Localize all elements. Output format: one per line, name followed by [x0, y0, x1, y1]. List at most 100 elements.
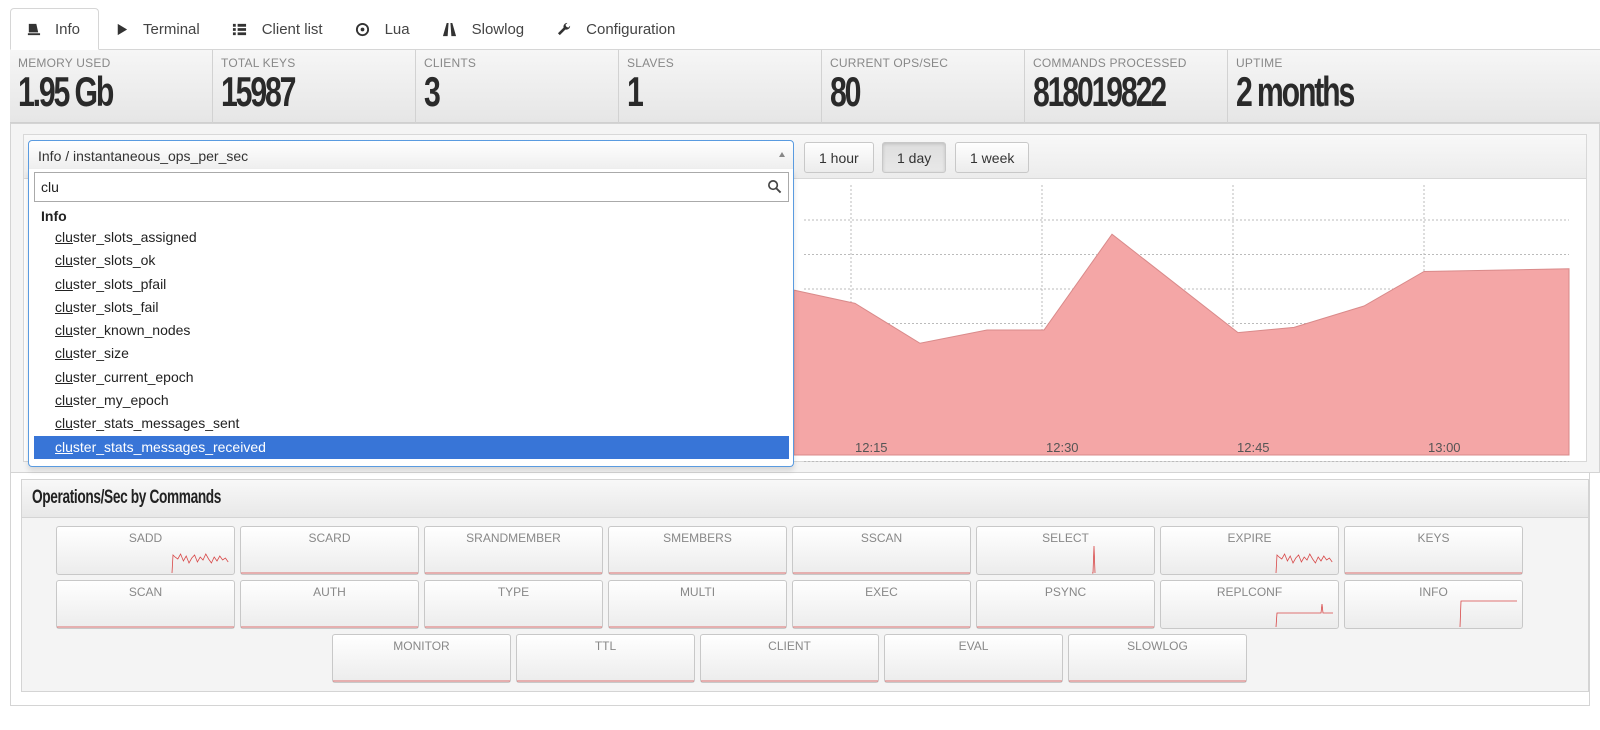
metric-select-value: Info / instantaneous_ops_per_sec: [38, 148, 248, 164]
command-info-button[interactable]: INFO: [1344, 580, 1523, 629]
option-rest: ster_slots_assigned: [73, 229, 197, 245]
command-sscan-button[interactable]: SSCAN: [792, 526, 971, 575]
command-name: MONITOR: [333, 639, 510, 653]
tab-info[interactable]: Info: [10, 8, 99, 50]
option-match: clu: [55, 299, 73, 315]
command-name: KEYS: [1345, 531, 1522, 545]
stat-commands-processed: COMMANDS PROCESSED818019822: [1025, 50, 1228, 123]
option-item[interactable]: cluster_my_epoch: [34, 389, 789, 412]
option-match: clu: [55, 252, 73, 268]
command-name: REPLCONF: [1161, 585, 1338, 599]
command-srandmember-button[interactable]: SRANDMEMBER: [424, 526, 603, 575]
stats-bar: MEMORY USED1.95 Gb TOTAL KEYS15987 CLIEN…: [10, 50, 1600, 123]
x-tick-label: 12:30: [1046, 440, 1079, 455]
tab-label: Info: [55, 21, 80, 38]
option-list: cluster_slots_assignedcluster_slots_okcl…: [34, 226, 789, 459]
command-name: EVAL: [885, 639, 1062, 653]
option-match: clu: [55, 392, 73, 408]
range-1-week-button[interactable]: 1 week: [955, 142, 1029, 173]
command-sparkline: [977, 599, 1154, 628]
command-name: TTL: [517, 639, 694, 653]
option-rest: ster_known_nodes: [73, 322, 191, 338]
wrench-icon: [556, 21, 572, 37]
command-expire-button[interactable]: EXPIRE: [1160, 526, 1339, 575]
tab-label: Terminal: [143, 21, 200, 38]
option-item[interactable]: cluster_slots_ok: [34, 249, 789, 272]
stat-slaves: SLAVES1: [619, 50, 822, 123]
command-sparkline: [609, 545, 786, 574]
metric-select[interactable]: Info / instantaneous_ops_per_sec: [28, 140, 794, 170]
command-name: SLOWLOG: [1069, 639, 1246, 653]
option-item[interactable]: cluster_slots_pfail: [34, 273, 789, 296]
command-type-button[interactable]: TYPE: [424, 580, 603, 629]
option-rest: ster_slots_fail: [73, 299, 159, 315]
command-slowlog-button[interactable]: SLOWLOG: [1068, 634, 1247, 683]
command-psync-button[interactable]: PSYNC: [976, 580, 1155, 629]
tab-slowlog[interactable]: Slowlog: [428, 8, 543, 50]
stat-current-ops: CURRENT OPS/SEC80: [822, 50, 1025, 123]
command-select-button[interactable]: SELECT: [976, 526, 1155, 575]
option-item[interactable]: cluster_stats_messages_sent: [34, 412, 789, 435]
command-sparkline: [333, 653, 510, 682]
command-name: EXPIRE: [1161, 531, 1338, 545]
command-scard-button[interactable]: SCARD: [240, 526, 419, 575]
command-scan-button[interactable]: SCAN: [56, 580, 235, 629]
command-sparkline: [1345, 545, 1522, 574]
command-eval-button[interactable]: EVAL: [884, 634, 1063, 683]
command-sparkline: [977, 545, 1154, 574]
command-sparkline: [57, 599, 234, 628]
command-sparkline: [1069, 653, 1246, 682]
command-name: SMEMBERS: [609, 531, 786, 545]
stat-value: 15987: [221, 71, 361, 113]
tab-client-list[interactable]: Client list: [218, 8, 341, 50]
option-item[interactable]: cluster_size: [34, 342, 789, 365]
x-tick-label: 12:45: [1237, 440, 1270, 455]
command-name: EXEC: [793, 585, 970, 599]
command-sparkline: [793, 545, 970, 574]
option-item[interactable]: cluster_current_epoch: [34, 366, 789, 389]
tab-configuration[interactable]: Configuration: [542, 8, 693, 50]
command-sadd-button[interactable]: SADD: [56, 526, 235, 575]
commands-panel: Operations/Sec by Commands SADDSCARDSRAN…: [21, 479, 1589, 692]
command-keys-button[interactable]: KEYS: [1344, 526, 1523, 575]
command-exec-button[interactable]: EXEC: [792, 580, 971, 629]
stat-value: 1.95 Gb: [18, 71, 158, 113]
command-name: TYPE: [425, 585, 602, 599]
x-tick-label: 12:15: [855, 440, 888, 455]
stat-memory-used: MEMORY USED1.95 Gb: [10, 50, 213, 123]
command-name: MULTI: [609, 585, 786, 599]
command-name: AUTH: [241, 585, 418, 599]
option-match: clu: [55, 322, 73, 338]
tab-lua[interactable]: Lua: [341, 8, 428, 50]
commands-title: Operations/Sec by Commands: [32, 487, 221, 509]
option-match: clu: [55, 369, 73, 385]
option-rest: ster_stats_messages_received: [73, 439, 266, 455]
metric-search-input[interactable]: [35, 173, 755, 201]
command-client-button[interactable]: CLIENT: [700, 634, 879, 683]
command-monitor-button[interactable]: MONITOR: [332, 634, 511, 683]
option-item[interactable]: cluster_slots_fail: [34, 296, 789, 319]
command-auth-button[interactable]: AUTH: [240, 580, 419, 629]
option-match: clu: [55, 276, 73, 292]
stat-total-keys: TOTAL KEYS15987: [213, 50, 416, 123]
command-sparkline: [1345, 599, 1522, 628]
option-group-label: Info: [41, 208, 67, 224]
option-rest: ster_current_epoch: [73, 369, 194, 385]
option-match: clu: [55, 229, 73, 245]
command-ttl-button[interactable]: TTL: [516, 634, 695, 683]
command-replconf-button[interactable]: REPLCONF: [1160, 580, 1339, 629]
option-item[interactable]: cluster_stats_messages_received: [34, 436, 789, 459]
option-item[interactable]: cluster_slots_assigned: [34, 226, 789, 249]
tab-label: Configuration: [586, 21, 675, 38]
command-multi-button[interactable]: MULTI: [608, 580, 787, 629]
tab-label: Slowlog: [472, 21, 525, 38]
command-sparkline: [517, 653, 694, 682]
range-1-hour-button[interactable]: 1 hour: [804, 142, 874, 173]
stat-value: 80: [830, 71, 970, 113]
command-smembers-button[interactable]: SMEMBERS: [608, 526, 787, 575]
option-rest: ster_my_epoch: [73, 392, 169, 408]
tab-terminal[interactable]: Terminal: [99, 8, 218, 50]
range-1-day-button[interactable]: 1 day: [882, 142, 946, 173]
command-sparkline: [701, 653, 878, 682]
option-item[interactable]: cluster_known_nodes: [34, 319, 789, 342]
